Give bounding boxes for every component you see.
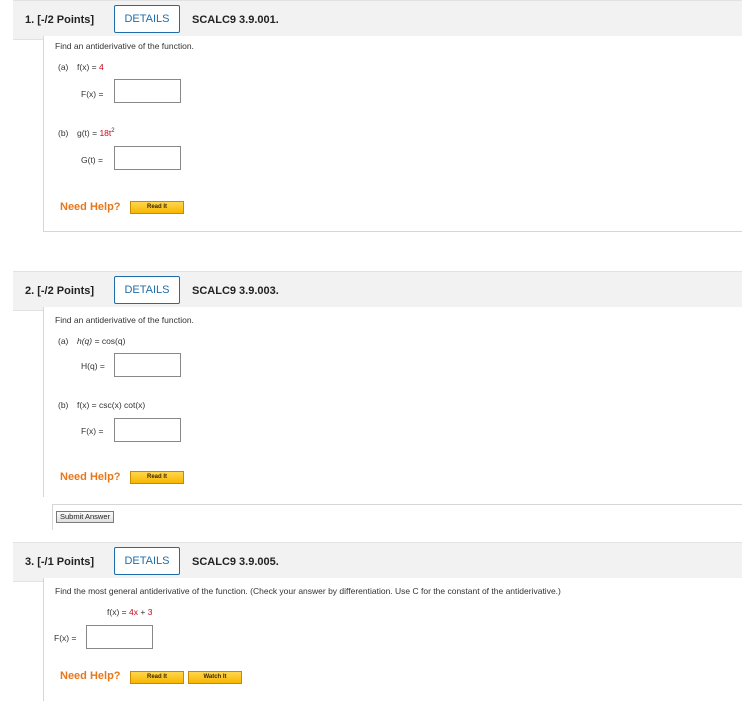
q2-part-b-answer-label: F(x) = [81,426,104,436]
question-2-instruction: Find an antiderivative of the function. [55,315,194,325]
q3-need-help-label: Need Help? [60,670,121,682]
q3-watch-it-button[interactable]: Watch It [188,671,242,684]
question-1-code: SCALC9 3.9.001. [192,14,279,26]
question-2-body: Find an antiderivative of the function. … [43,307,742,497]
q1-part-b-answer-input[interactable] [114,146,181,170]
question-3-code: SCALC9 3.9.005. [192,556,279,568]
q1-part-a-label: (a) [58,62,69,72]
question-1-details-button[interactable]: DETAILS [114,5,180,33]
question-3-details-button[interactable]: DETAILS [114,547,180,575]
q1-part-b-function: g(t) = 18t2 [77,128,115,138]
question-1-header: 1. [-/2 Points] DETAILS SCALC9 3.9.001. [13,0,742,40]
q3-answer-input[interactable] [86,625,153,649]
q2-part-b-answer-input[interactable] [114,418,181,442]
q3-read-it-button[interactable]: Read It [130,671,184,684]
question-1-number: 1. [-/2 Points] [25,14,95,26]
q3-function: f(x) = 4x + 3 [107,607,153,617]
q2-submit-area [52,504,742,530]
question-3-number: 3. [-/1 Points] [25,556,95,568]
q3-answer-label: F(x) = [54,633,77,643]
q1-part-a-answer-label: F(x) = [81,89,104,99]
question-3-body: Find the most general antiderivative of … [43,578,742,701]
q2-part-a-answer-input[interactable] [114,353,181,377]
question-1-instruction: Find an antiderivative of the function. [55,41,194,51]
q1-read-it-button[interactable]: Read It [130,201,184,214]
q2-read-it-button[interactable]: Read It [130,471,184,484]
question-1-body: Find an antiderivative of the function. … [43,36,742,232]
q2-part-b-function: f(x) = csc(x) cot(x) [77,400,146,410]
submit-answer-button[interactable]: Submit Answer [56,511,115,523]
question-2-number: 2. [-/2 Points] [25,285,95,297]
q1-need-help-label: Need Help? [60,201,121,213]
q1-part-a-function: f(x) = 4 [77,62,104,72]
question-2-details-button[interactable]: DETAILS [114,276,180,304]
question-2-code: SCALC9 3.9.003. [192,285,279,297]
q2-need-help-label: Need Help? [60,471,121,483]
q1-part-a-answer-input[interactable] [114,79,181,103]
q2-part-a-label: (a) [58,336,69,346]
question-2-header: 2. [-/2 Points] DETAILS SCALC9 3.9.003. [13,271,742,311]
q2-part-a-function: h(q) = cos(q) [77,336,126,346]
q1-part-b-answer-label: G(t) = [81,155,103,165]
question-3-instruction: Find the most general antiderivative of … [55,586,561,596]
question-3-header: 3. [-/1 Points] DETAILS SCALC9 3.9.005. [13,542,742,582]
q1-part-b-label: (b) [58,128,69,138]
q2-part-a-answer-label: H(q) = [81,361,105,371]
q2-part-b-label: (b) [58,400,69,410]
